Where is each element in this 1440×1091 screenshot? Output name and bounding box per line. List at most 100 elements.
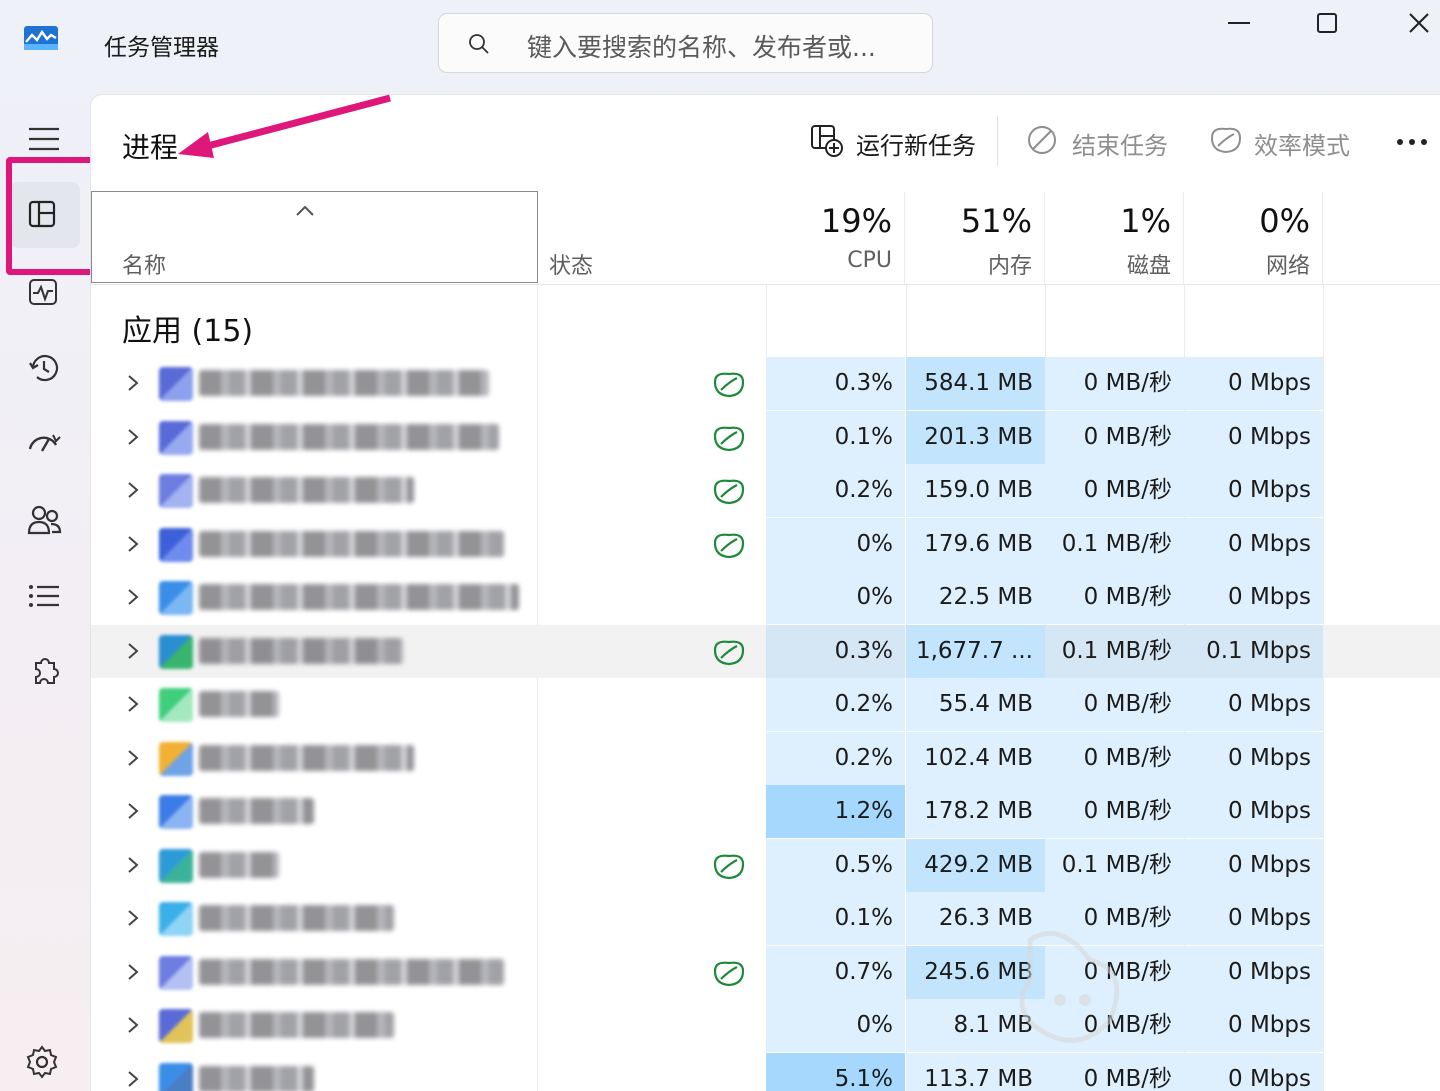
memory-cell: 179.6 MB — [906, 517, 1045, 571]
process-row[interactable]: 1.2% 178.2 MB 0 MB/秒 0 Mbps — [91, 785, 1440, 838]
watermark-logo — [1019, 930, 1120, 1043]
expand-chevron-icon[interactable] — [125, 373, 141, 393]
cpu-total-percent: 19% — [820, 202, 892, 240]
end-task-label: 结束任务 — [1072, 132, 1168, 160]
expand-chevron-icon[interactable] — [125, 855, 141, 875]
cpu-cell: 0% — [766, 517, 905, 571]
expand-chevron-icon[interactable] — [125, 1015, 141, 1035]
process-row[interactable]: 0.5% 429.2 MB 0.1 MB/秒 0 Mbps — [91, 838, 1440, 892]
app-title: 任务管理器 — [104, 35, 219, 61]
process-row[interactable]: 0.2% 159.0 MB 0 MB/秒 0 Mbps — [91, 464, 1440, 517]
more-options-button[interactable] — [1392, 124, 1432, 160]
cpu-cell: 0% — [766, 571, 905, 624]
app-name-redacted — [199, 584, 519, 610]
memory-cell: 22.5 MB — [906, 571, 1045, 624]
app-name-redacted — [199, 691, 279, 717]
network-cell: 0 Mbps — [1184, 731, 1323, 785]
app-icon — [159, 527, 193, 562]
details-list-icon — [29, 585, 59, 607]
nav-startup-apps[interactable] — [10, 410, 80, 476]
app-icon — [159, 902, 193, 936]
memory-cell: 159.0 MB — [906, 464, 1045, 517]
process-row[interactable]: 0.1% 201.3 MB 0 MB/秒 0 Mbps — [91, 410, 1440, 464]
process-row[interactable]: 0.7% 245.6 MB 0 MB/秒 0 Mbps — [91, 945, 1440, 999]
nav-users[interactable] — [10, 486, 80, 552]
cpu-cell: 0.2% — [766, 678, 905, 731]
nav-app-history[interactable] — [10, 334, 80, 400]
maximize-icon — [1317, 13, 1337, 33]
expand-chevron-icon[interactable] — [125, 641, 141, 661]
expand-chevron-icon[interactable] — [125, 908, 141, 928]
apps-group-title: 应用 (15) — [122, 314, 254, 349]
cpu-cell: 0.5% — [766, 838, 905, 892]
app-name-redacted — [199, 1065, 314, 1091]
expand-chevron-icon[interactable] — [125, 694, 141, 714]
network-column-label: 网络 — [1265, 254, 1310, 279]
disk-total-percent: 1% — [1120, 202, 1171, 240]
expand-chevron-icon[interactable] — [125, 480, 141, 500]
disk-cell: 0 MB/秒 — [1045, 464, 1184, 517]
cpu-cell: 0.3% — [766, 624, 905, 678]
network-cell: 0.1 Mbps — [1184, 624, 1323, 678]
expand-chevron-icon[interactable] — [125, 427, 141, 447]
cpu-cell: 0.1% — [766, 892, 905, 945]
app-icon — [159, 848, 193, 883]
memory-column-header[interactable]: 51% 内存 — [906, 192, 1045, 284]
settings-button[interactable] — [24, 1044, 60, 1084]
toolbar-separator — [997, 116, 998, 166]
expand-chevron-icon[interactable] — [125, 534, 141, 554]
cpu-cell: 5.1% — [766, 1052, 905, 1091]
network-cell: 0 Mbps — [1184, 357, 1323, 410]
app-icon — [159, 474, 193, 508]
memory-cell: 1,677.7 ... — [906, 624, 1045, 678]
settings-gear-icon — [26, 1045, 58, 1079]
disk-cell: 0 MB/秒 — [1045, 410, 1184, 464]
process-row[interactable]: 0.3% 1,677.7 ... 0.1 MB/秒 0.1 Mbps — [91, 624, 1440, 678]
expand-chevron-icon[interactable] — [125, 587, 141, 607]
process-row[interactable]: 0.3% 584.1 MB 0 MB/秒 0 Mbps — [91, 357, 1440, 410]
cpu-column-label: CPU — [847, 248, 892, 273]
expand-chevron-icon[interactable] — [125, 748, 141, 768]
app-name-redacted — [199, 851, 279, 878]
process-row[interactable]: 0% 179.6 MB 0.1 MB/秒 0 Mbps — [91, 517, 1440, 571]
search-input[interactable]: 键入要搜索的名称、发布者或... — [438, 13, 933, 73]
cpu-column-header[interactable]: 19% CPU — [766, 192, 905, 284]
memory-cell: 178.2 MB — [906, 785, 1045, 838]
expand-chevron-icon[interactable] — [125, 801, 141, 821]
nav-services[interactable] — [10, 638, 80, 704]
app-icon — [159, 688, 193, 722]
efficiency-mode-leaf-icon — [713, 640, 745, 665]
search-icon — [469, 34, 489, 54]
process-row[interactable]: 0% 8.1 MB 0 MB/秒 0 Mbps — [91, 999, 1440, 1052]
name-column-label: 名称 — [122, 254, 167, 279]
network-cell: 0 Mbps — [1184, 678, 1323, 731]
network-cell: 0 Mbps — [1184, 838, 1323, 892]
expand-chevron-icon[interactable] — [125, 962, 141, 982]
cpu-cell: 0.1% — [766, 410, 905, 464]
process-row[interactable]: 0% 22.5 MB 0 MB/秒 0 Mbps — [91, 571, 1440, 624]
startup-icon — [28, 434, 61, 452]
process-row[interactable]: 0.1% 26.3 MB 0 MB/秒 0 Mbps — [91, 892, 1440, 945]
app-icon — [159, 955, 193, 990]
process-row[interactable]: 0.2% 102.4 MB 0 MB/秒 0 Mbps — [91, 731, 1440, 785]
expand-chevron-icon[interactable] — [125, 1069, 141, 1089]
efficiency-mode-leaf-icon — [713, 854, 745, 879]
maximize-button[interactable] — [1284, 0, 1372, 44]
process-row[interactable]: 5.1% 113.7 MB 0 MB/秒 0 Mbps — [91, 1052, 1440, 1091]
process-row[interactable]: 0.2% 55.4 MB 0 MB/秒 0 Mbps — [91, 678, 1440, 731]
cpu-cell: 1.2% — [766, 785, 905, 838]
disk-cell: 0 MB/秒 — [1045, 678, 1184, 731]
app-name-redacted — [199, 798, 314, 824]
efficiency-leaf-icon — [1210, 127, 1242, 154]
status-column-header[interactable]: 状态 — [549, 248, 593, 280]
minimize-button[interactable] — [1196, 0, 1284, 44]
app-name-redacted — [199, 1012, 394, 1038]
search-placeholder: 键入要搜索的名称、发布者或... — [527, 33, 876, 62]
disk-column-header[interactable]: 1% 磁盘 — [1045, 192, 1184, 284]
nav-details[interactable] — [10, 562, 80, 628]
efficiency-mode-leaf-icon — [713, 533, 745, 558]
app-icon — [159, 581, 193, 615]
close-button[interactable] — [1372, 0, 1440, 44]
network-column-header[interactable]: 0% 网络 — [1184, 192, 1323, 284]
disk-cell: 0.1 MB/秒 — [1045, 838, 1184, 892]
